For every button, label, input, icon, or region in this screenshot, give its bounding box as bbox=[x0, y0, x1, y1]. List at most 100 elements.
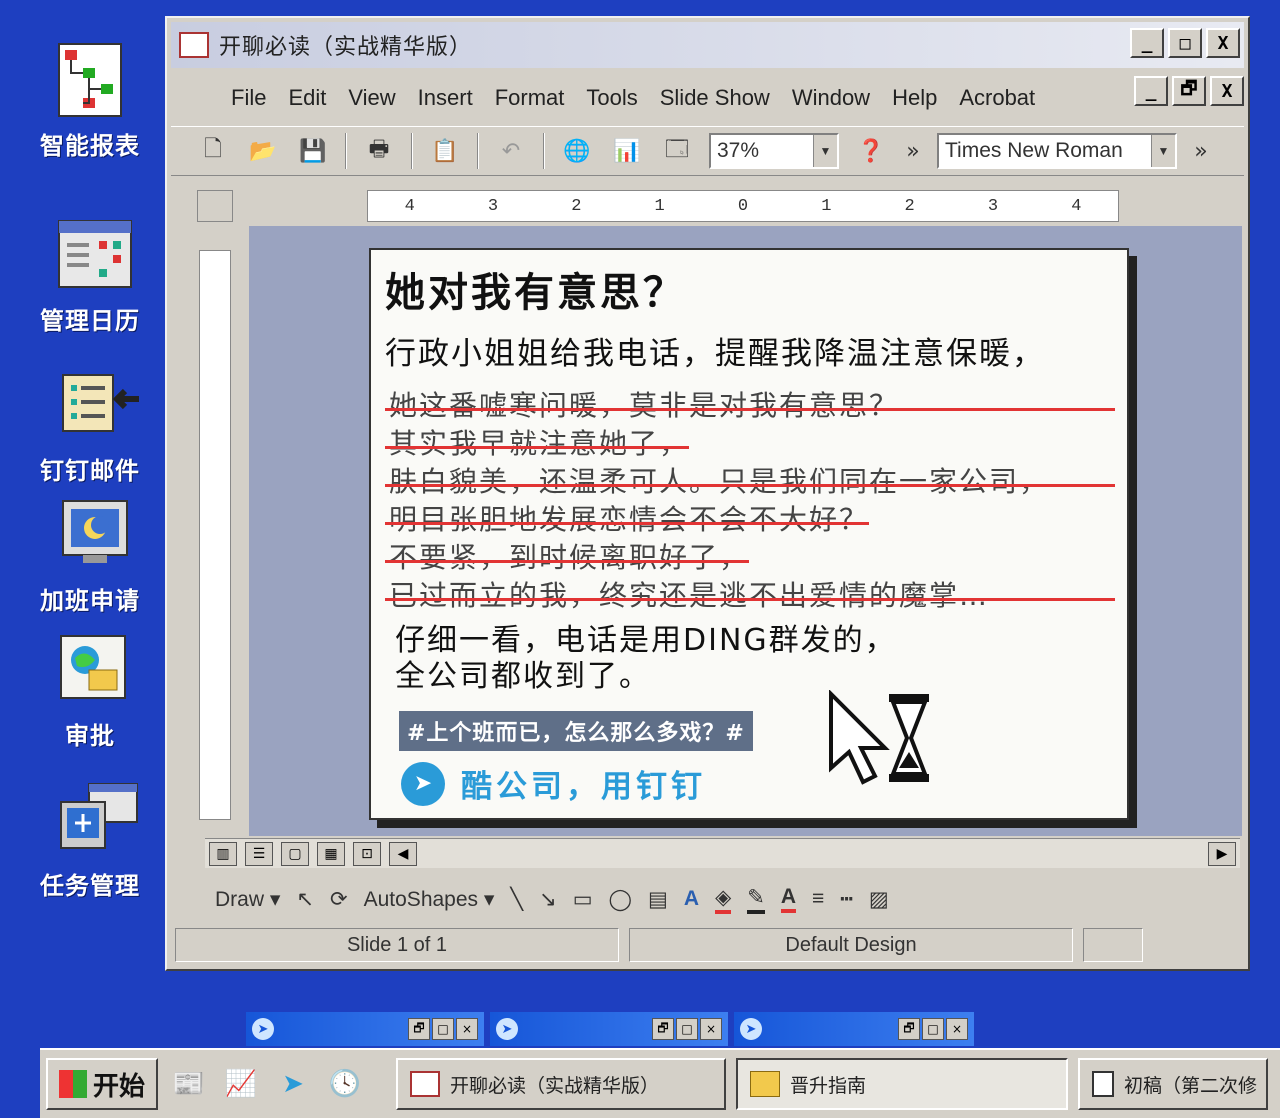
menu-view[interactable]: View bbox=[348, 85, 395, 111]
close-icon[interactable]: × bbox=[700, 1018, 722, 1040]
taskbar-item[interactable]: 开聊必读（实战精华版） bbox=[396, 1058, 726, 1110]
toolbar-separator bbox=[345, 133, 347, 169]
zoom-select[interactable]: 37% ▼ bbox=[709, 133, 839, 169]
fill-color-icon[interactable]: ◈ bbox=[715, 885, 732, 914]
struck-line: 其实我早就注意她了， bbox=[385, 425, 690, 463]
restore-icon[interactable]: 🗗 bbox=[652, 1018, 674, 1040]
brand-slogan: 酷公司，用钉钉 bbox=[461, 769, 706, 805]
oval-tool-icon[interactable]: ◯ bbox=[609, 887, 633, 912]
font-select[interactable]: Times New Roman ▼ bbox=[937, 133, 1177, 169]
dingtalk-icon: ➤ bbox=[252, 1018, 274, 1040]
menu-help[interactable]: Help bbox=[892, 85, 937, 111]
title-bar[interactable]: 开聊必读（实战精华版） _ □ X bbox=[171, 22, 1244, 68]
maximize-icon[interactable]: □ bbox=[922, 1018, 944, 1040]
desktop-icon-label: 任务管理 bbox=[40, 872, 140, 900]
rectangle-tool-icon[interactable]: ▭ bbox=[573, 887, 593, 912]
menu-acrobat[interactable]: Acrobat bbox=[959, 85, 1035, 111]
minimize-button[interactable]: _ bbox=[1130, 28, 1164, 58]
text-box-icon[interactable]: ▤ bbox=[648, 887, 668, 912]
menu-format[interactable]: Format bbox=[495, 85, 565, 111]
normal-view-icon[interactable]: ▥ bbox=[209, 841, 237, 866]
clock-icon[interactable]: 🕓 bbox=[324, 1063, 366, 1105]
toolbar-separator bbox=[543, 133, 545, 169]
paste-icon[interactable]: 📋 bbox=[427, 133, 463, 169]
restore-icon[interactable]: 🗗 bbox=[408, 1018, 430, 1040]
close-icon[interactable]: × bbox=[456, 1018, 478, 1040]
desktop-icon-smart-report[interactable]: 智能报表 bbox=[20, 40, 160, 161]
line-style-icon[interactable]: ≡ bbox=[812, 887, 824, 911]
menu-bar: File Edit View Insert Format Tools Slide… bbox=[171, 78, 1244, 118]
maximize-button[interactable]: □ bbox=[1168, 28, 1202, 58]
font-color-icon[interactable]: A bbox=[780, 885, 796, 913]
scroll-left-icon[interactable]: ◀ bbox=[389, 841, 417, 866]
desktop-icon-tasks[interactable]: 任务管理 bbox=[20, 780, 160, 901]
free-rotate-icon[interactable]: ⟳ bbox=[330, 887, 348, 912]
line-color-icon[interactable]: ✎ bbox=[747, 885, 765, 914]
dingtalk-icon: ➤ bbox=[496, 1018, 518, 1040]
taskbar-item[interactable]: 晋升指南 bbox=[736, 1058, 1068, 1110]
chevron-down-icon[interactable]: ▼ bbox=[1151, 135, 1175, 167]
slide[interactable]: 她对我有意思？ 行政小姐姐给我电话，提醒我降温注意保暖， 她这番嘘寒问暖，莫非是… bbox=[369, 248, 1129, 820]
ruler-tick-label: 1 bbox=[654, 196, 665, 216]
struck-line: 已过而立的我，终究还是逃不出爱情的魔掌… bbox=[385, 577, 1115, 615]
open-folder-icon[interactable]: 📂 bbox=[245, 133, 281, 169]
dash-style-icon[interactable]: ┅ bbox=[840, 887, 853, 912]
help-assistant-icon[interactable]: ❓ bbox=[853, 133, 889, 169]
undo-icon[interactable]: ↶ bbox=[493, 133, 529, 169]
new-document-icon[interactable]: 🗋 bbox=[195, 133, 231, 169]
doc-close-button[interactable]: X bbox=[1210, 76, 1244, 106]
print-icon[interactable]: 🖶 bbox=[361, 133, 397, 169]
line-tool-icon[interactable]: ╲ bbox=[510, 887, 523, 912]
minimized-window[interactable]: ➤ 🗗 □ × bbox=[734, 1012, 974, 1046]
status-slide-count: Slide 1 of 1 bbox=[175, 928, 619, 962]
menu-edit[interactable]: Edit bbox=[288, 85, 326, 111]
save-icon[interactable]: 💾 bbox=[295, 133, 331, 169]
slide-view-icon[interactable]: ▢ bbox=[281, 841, 309, 866]
scroll-right-icon[interactable]: ▶ bbox=[1208, 841, 1236, 866]
doc-minimize-button[interactable]: _ bbox=[1134, 76, 1168, 106]
app-icon bbox=[179, 32, 209, 58]
menu-insert[interactable]: Insert bbox=[418, 85, 473, 111]
minimized-window[interactable]: ➤ 🗗 □ × bbox=[490, 1012, 728, 1046]
newspaper-icon[interactable]: 📰 bbox=[168, 1063, 210, 1105]
struck-line: 明目张胆地发展恋情会不会不大好？ bbox=[385, 501, 870, 539]
reveal-line: 全公司都收到了。 bbox=[395, 659, 651, 694]
insert-chart-icon[interactable]: 📊 bbox=[609, 133, 645, 169]
taskbar-item[interactable]: 初稿（第二次修 bbox=[1078, 1058, 1268, 1110]
wordart-icon[interactable]: A bbox=[684, 887, 699, 911]
menu-tools[interactable]: Tools bbox=[586, 85, 637, 111]
zoom-value: 37% bbox=[717, 139, 760, 162]
sorter-view-icon[interactable]: ▦ bbox=[317, 841, 345, 866]
toolbar-overflow-icon[interactable]: » bbox=[1191, 133, 1211, 169]
new-slide-icon[interactable]: 🗔 bbox=[659, 133, 695, 169]
restore-icon[interactable]: 🗗 bbox=[898, 1018, 920, 1040]
3d-style-icon[interactable]: ▨ bbox=[869, 887, 889, 912]
arrow-tool-icon[interactable]: ↘ bbox=[539, 887, 557, 912]
close-button[interactable]: X bbox=[1206, 28, 1240, 58]
maximize-icon[interactable]: □ bbox=[432, 1018, 454, 1040]
menu-slide-show[interactable]: Slide Show bbox=[660, 85, 770, 111]
autoshapes-menu[interactable]: AutoShapes ▾ bbox=[364, 887, 495, 912]
desktop-icon-mail[interactable]: 钉钉邮件 bbox=[20, 365, 160, 486]
toolbar-separator bbox=[477, 133, 479, 169]
maximize-icon[interactable]: □ bbox=[676, 1018, 698, 1040]
select-pointer-icon[interactable]: ↖ bbox=[296, 887, 314, 912]
toolbar-overflow-icon[interactable]: » bbox=[903, 133, 923, 169]
chevron-down-icon[interactable]: ▼ bbox=[813, 135, 837, 167]
close-icon[interactable]: × bbox=[946, 1018, 968, 1040]
dingtalk-icon[interactable]: ➤ bbox=[272, 1063, 314, 1105]
menu-file[interactable]: File bbox=[231, 85, 266, 111]
minimized-window[interactable]: ➤ 🗗 □ × bbox=[246, 1012, 484, 1046]
doc-restore-button[interactable]: 🗗 bbox=[1172, 76, 1206, 106]
desktop-icon-overtime[interactable]: 加班申请 bbox=[20, 495, 160, 616]
slideshow-view-icon[interactable]: ⊡ bbox=[353, 841, 381, 866]
start-button[interactable]: 开始 bbox=[46, 1058, 158, 1110]
desktop-icon-approval[interactable]: 审批 bbox=[20, 630, 160, 751]
taskbar-item-label: 初稿（第二次修 bbox=[1124, 1074, 1258, 1097]
menu-window[interactable]: Window bbox=[792, 85, 870, 111]
desktop-icon-calendar[interactable]: 管理日历 bbox=[20, 215, 160, 336]
draw-menu[interactable]: Draw ▾ bbox=[215, 887, 280, 912]
web-globe-icon[interactable]: 🌐 bbox=[559, 133, 595, 169]
outline-view-icon[interactable]: ☰ bbox=[245, 841, 273, 866]
chart-tool-icon[interactable]: 📈 bbox=[220, 1063, 262, 1105]
